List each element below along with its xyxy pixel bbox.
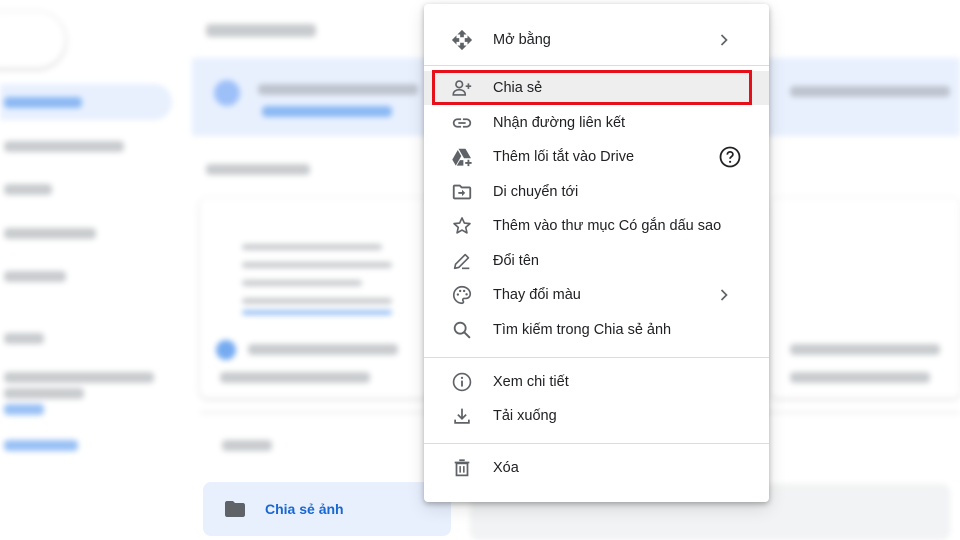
menu-item-share[interactable]: Chia sẻ (424, 71, 769, 105)
folder-tile[interactable]: Chia sẻ ảnh (203, 482, 451, 536)
move-to-folder-icon (450, 180, 474, 204)
menu-item-label: Tải xuống (493, 408, 557, 424)
menu-item-move-to[interactable]: Di chuyển tới (424, 175, 769, 209)
search-icon (450, 318, 474, 342)
menu-item-add-shortcut[interactable]: Thêm lối tắt vào Drive (424, 140, 769, 174)
menu-item-open-with[interactable]: Mở bằng (424, 23, 769, 57)
help-circle-icon[interactable] (718, 145, 742, 169)
menu-item-label: Nhận đường liên kết (493, 115, 626, 131)
menu-item-label: Xem chi tiết (493, 374, 569, 390)
share-person-add-icon (450, 76, 474, 100)
menu-divider (424, 65, 769, 66)
menu-item-label: Đổi tên (493, 253, 539, 269)
menu-divider (424, 443, 769, 444)
menu-item-label: Chia sẻ (493, 80, 543, 96)
menu-item-label: Thay đổi màu (493, 287, 581, 303)
chevron-right-icon (714, 285, 734, 305)
menu-item-label: Thêm lối tắt vào Drive (493, 149, 635, 165)
menu-item-rename[interactable]: Đổi tên (424, 244, 769, 278)
menu-item-label: Di chuyển tới (493, 184, 579, 200)
menu-item-search-within[interactable]: Tìm kiếm trong Chia sẻ ảnh (424, 313, 769, 347)
link-icon (450, 111, 474, 135)
menu-item-label: Xóa (493, 460, 519, 476)
menu-item-change-color[interactable]: Thay đổi màu (424, 278, 769, 312)
palette-icon (450, 283, 474, 307)
folder-name: Chia sẻ ảnh (265, 501, 344, 517)
menu-item-download[interactable]: Tải xuống (424, 399, 769, 433)
chevron-right-icon (714, 30, 734, 50)
download-icon (450, 404, 474, 428)
menu-item-add-starred[interactable]: Thêm vào thư mục Có gắn dấu sao (424, 209, 769, 243)
new-button (0, 12, 65, 68)
info-icon (450, 370, 474, 394)
menu-item-delete[interactable]: Xóa (424, 451, 769, 485)
trash-icon (450, 456, 474, 480)
menu-item-label: Thêm vào thư mục Có gắn dấu sao (493, 218, 722, 234)
open-with-icon (450, 28, 474, 52)
context-menu: Mở bằng Chia sẻ Nhận đường liên kết Thêm… (424, 4, 769, 502)
menu-item-label: Tìm kiếm trong Chia sẻ ảnh (493, 322, 672, 338)
rename-pencil-icon (450, 249, 474, 273)
menu-item-view-details[interactable]: Xem chi tiết (424, 365, 769, 399)
add-shortcut-drive-icon (450, 145, 474, 169)
star-outline-icon (450, 214, 474, 238)
folder-icon (223, 497, 247, 521)
menu-item-get-link[interactable]: Nhận đường liên kết (424, 106, 769, 140)
sidebar (0, 0, 190, 540)
menu-item-label: Mở bằng (493, 32, 551, 48)
suggested-file-card-2 (770, 198, 960, 398)
menu-divider (424, 357, 769, 358)
